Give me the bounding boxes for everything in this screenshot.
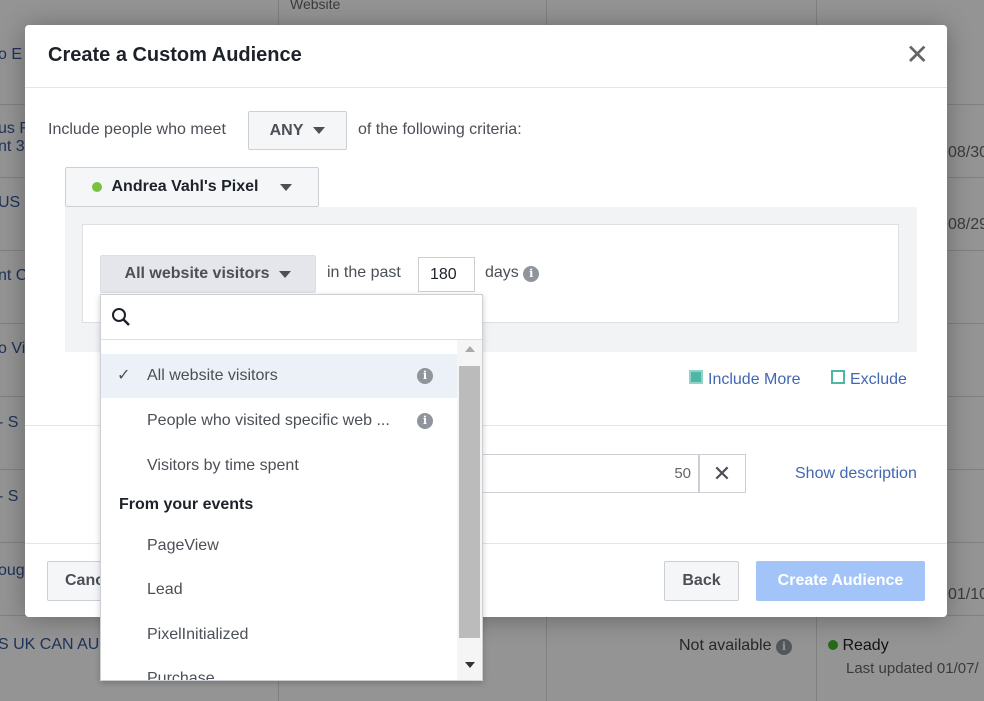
include-prefix: Include people who meet [48, 121, 226, 138]
info-icon[interactable]: i [417, 368, 433, 384]
scrollbar-thumb[interactable] [459, 366, 480, 638]
check-icon: ✓ [117, 367, 131, 384]
option-specific-web-pages[interactable]: People who visited specific web ... i [101, 399, 457, 443]
match-any-select[interactable]: ANY [248, 111, 347, 150]
scroll-down-icon[interactable] [465, 662, 475, 668]
include-icon [689, 370, 703, 384]
search-icon [112, 308, 130, 326]
in-the-past-label: in the past [327, 264, 401, 281]
caret-down-icon [280, 183, 293, 191]
exclude-link[interactable]: Exclude [831, 370, 907, 389]
info-icon[interactable]: i [523, 266, 540, 282]
visitor-type-select[interactable]: All website visitors [100, 255, 316, 293]
event-option[interactable]: Purchase [101, 657, 457, 680]
exclude-icon [831, 370, 845, 384]
create-audience-button[interactable]: Create Audience [756, 561, 925, 601]
audience-name-input[interactable]: 50 [475, 454, 700, 493]
scrollbar[interactable] [457, 340, 482, 680]
option-all-website-visitors[interactable]: ✓ All website visitors i [101, 354, 457, 398]
caret-down-icon [279, 270, 292, 278]
option-time-spent[interactable]: Visitors by time spent [101, 444, 457, 488]
include-more-link[interactable]: Include More [689, 370, 801, 389]
caret-down-icon [313, 127, 326, 134]
section-header: From your events [119, 496, 254, 513]
info-icon[interactable]: i [417, 413, 433, 429]
show-description-link[interactable]: Show description [795, 465, 917, 483]
days-input[interactable]: 180 [418, 257, 475, 292]
visitor-type-dropdown: ✓ All website visitors i People who visite… [100, 294, 483, 681]
event-option[interactable]: PageView [101, 524, 457, 568]
close-icon[interactable]: ✕ [906, 41, 929, 69]
clear-name-button[interactable]: ✕ [698, 454, 746, 493]
event-option[interactable]: PixelInitialized [101, 613, 457, 657]
days-label: days i [485, 264, 540, 282]
event-option[interactable]: Lead [101, 568, 457, 612]
pixel-status-icon [91, 182, 102, 192]
back-button[interactable]: Back [664, 561, 739, 601]
include-suffix: of the following criteria: [358, 121, 522, 138]
dialog-title: Create a Custom Audience [48, 44, 302, 66]
dropdown-search-input[interactable] [101, 295, 482, 340]
pixel-select[interactable]: Andrea Vahl's Pixel [65, 167, 319, 207]
scroll-up-icon[interactable] [465, 346, 475, 352]
